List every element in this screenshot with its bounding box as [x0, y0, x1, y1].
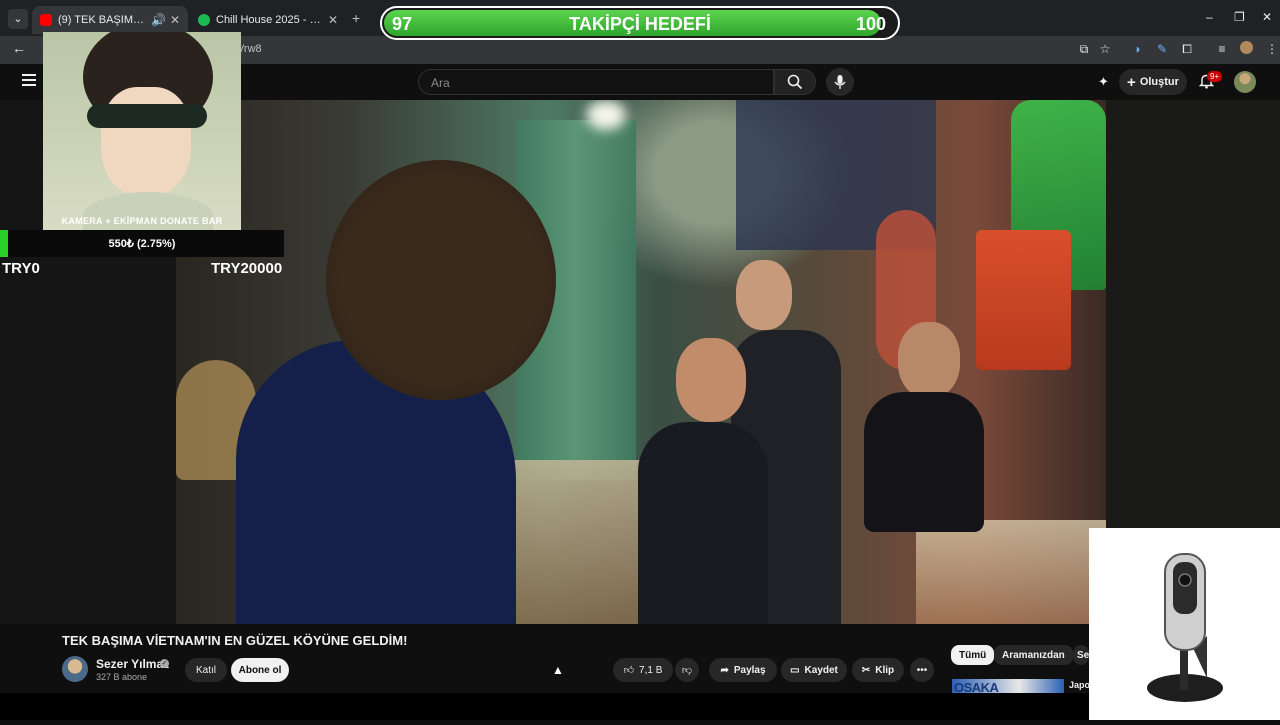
goal-title: TAKİPÇİ HEDEFİ	[569, 14, 711, 34]
translate-icon[interactable]: ✎	[1154, 41, 1170, 57]
curly-hair-head	[326, 160, 556, 400]
minimize-icon[interactable]: –	[1206, 10, 1213, 24]
avatar[interactable]	[1234, 71, 1256, 93]
media-control-icon[interactable]: ≡	[1214, 41, 1230, 57]
right-dark-area	[1106, 100, 1280, 528]
more-actions-button[interactable]: •••	[910, 658, 934, 682]
dislike-button[interactable]: 👎︎	[675, 658, 699, 682]
like-button[interactable]: 👍︎ 7,1 B	[613, 658, 673, 682]
spotify-favicon-icon	[198, 14, 210, 26]
ceiling-light	[586, 100, 626, 130]
speaker-icon[interactable]: 🔊	[151, 13, 166, 27]
share-label: Paylaş	[733, 664, 766, 676]
thumbs-down-icon: 👎︎	[681, 665, 693, 676]
bottom-bar	[0, 693, 1089, 720]
extension-icon[interactable]: ◗	[1130, 41, 1146, 57]
clip-label: Klip	[875, 664, 895, 676]
woman-face	[676, 338, 746, 422]
bookmark-star-icon[interactable]: ☆	[1097, 41, 1113, 57]
save-label: Kaydet	[804, 664, 838, 676]
gamepad-icon[interactable]: ✦	[1098, 74, 1109, 90]
search-input[interactable]	[429, 70, 763, 96]
tab-youtube[interactable]: (9) TEK BAŞIMA VİETNAM'IN 🔊 ✕	[32, 6, 188, 34]
youtube-favicon-icon	[40, 14, 52, 26]
close-icon[interactable]: ✕	[170, 13, 180, 27]
clip-button[interactable]: ✂ Klip	[852, 658, 904, 682]
camera-donate-label: KAMERA + EKİPMAN DONATE BAR	[61, 216, 223, 226]
channel-name[interactable]: Sezer Yılmaz	[96, 657, 169, 671]
goods-stall	[916, 520, 1106, 624]
profile-icon[interactable]	[1238, 41, 1254, 57]
cast-icon[interactable]: ⧉	[1076, 41, 1092, 57]
join-button[interactable]: Katıl	[185, 658, 227, 682]
tab-spotify[interactable]: Chill House 2025 - playlist by ✕	[190, 6, 346, 34]
video-player[interactable]	[176, 100, 1106, 624]
create-button[interactable]: + Oluştur	[1119, 69, 1187, 95]
thumbs-up-icon: 👍︎	[623, 665, 635, 676]
red-basket	[976, 230, 1071, 370]
kebab-menu-icon[interactable]: ⋮	[1264, 41, 1280, 57]
voice-search-button[interactable]	[826, 68, 854, 96]
recommendation-title[interactable]: Japo	[1069, 680, 1090, 690]
search-button[interactable]	[774, 69, 816, 95]
save-button[interactable]: ▭ Kaydet	[781, 658, 847, 682]
woman-face-2	[898, 322, 960, 398]
close-icon[interactable]: ✕	[328, 13, 338, 27]
subscriber-count: 327 B abone	[96, 672, 148, 682]
sunglasses-icon	[87, 104, 207, 128]
share-button[interactable]: ➦ Paylaş	[709, 658, 777, 682]
like-count: 7,1 B	[639, 664, 663, 676]
search-icon	[787, 74, 803, 90]
tab-title: (9) TEK BAŞIMA VİETNAM'IN	[58, 14, 147, 26]
subscribe-button[interactable]: Abone ol	[231, 658, 289, 682]
channel-avatar[interactable]	[62, 656, 88, 682]
notification-badge: 9+	[1207, 71, 1223, 82]
back-button[interactable]: ←	[12, 40, 26, 56]
chip-more[interactable]: Se	[1073, 645, 1089, 665]
tab-title: Chill House 2025 - playlist by	[216, 14, 324, 26]
restore-icon[interactable]: ❐	[1234, 10, 1245, 24]
bookmark-icon: ▭	[790, 664, 800, 676]
share-icon: ➦	[720, 664, 729, 676]
webcam-image	[1089, 528, 1280, 720]
goal-target: 100	[855, 14, 886, 34]
search-box	[418, 69, 774, 96]
puzzle-icon[interactable]: ⧠	[1179, 41, 1195, 57]
verified-icon: ✓	[160, 659, 169, 668]
scissors-icon: ✂	[861, 664, 871, 676]
follower-goal-bar: 97 TAKİPÇİ HEDEFİ 100	[380, 6, 900, 40]
video-title: TEK BAŞIMA VİETNAM'IN EN GÜZEL KÖYÜNE GE…	[62, 633, 408, 648]
woman-floral-dress	[638, 422, 768, 624]
chevron-down-icon[interactable]: ⌄	[8, 9, 28, 29]
hamburger-menu-icon[interactable]	[22, 74, 36, 86]
create-label: Oluştur	[1139, 76, 1179, 88]
webcam-icon	[1147, 553, 1223, 702]
woman-black-top	[864, 392, 984, 532]
mouse-cursor-icon: ▲	[552, 663, 564, 677]
donate-max: TRY20000	[211, 260, 283, 277]
close-window-icon[interactable]: ✕	[1262, 10, 1272, 24]
donate-min: TRY0	[2, 260, 40, 277]
chip-all[interactable]: Tümü	[951, 645, 995, 665]
streamer-camera	[43, 32, 241, 230]
man-face	[736, 260, 792, 330]
microphone-icon	[834, 75, 846, 89]
chip-from-your-search[interactable]: Aramanızdan	[994, 645, 1073, 665]
new-tab-button[interactable]: +	[352, 10, 360, 26]
plus-icon: +	[1127, 73, 1136, 91]
donate-amount: 550₺ (2.75%)	[108, 238, 176, 250]
